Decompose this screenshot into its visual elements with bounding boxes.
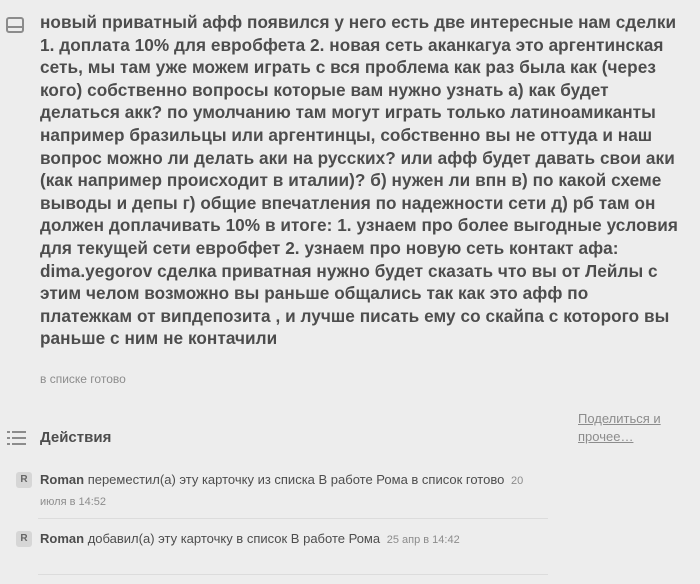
in-list-label[interactable]: в списке готово — [40, 372, 126, 386]
divider — [38, 518, 548, 519]
avatar[interactable]: R — [16, 472, 32, 488]
card-description[interactable]: новый приватный афф появился у него есть… — [40, 11, 680, 350]
author-link[interactable]: Roman — [40, 531, 84, 546]
divider — [38, 574, 548, 575]
card-detail: новый приватный афф появился у него есть… — [0, 0, 700, 584]
activity-title: Действия — [40, 429, 112, 446]
activity-description: переместил(а) эту карточку из списка В р… — [87, 472, 505, 487]
activity-text: Roman добавил(а) эту карточку в список В… — [40, 529, 540, 550]
author-link[interactable]: Roman — [40, 472, 84, 487]
activity-date[interactable]: 25 апр в 14:42 — [387, 534, 460, 546]
list-icon — [7, 431, 26, 445]
share-link[interactable]: Поделиться и прочее… — [578, 410, 688, 446]
avatar[interactable]: R — [16, 531, 32, 547]
card-icon — [6, 17, 24, 33]
activity-text: Roman переместил(а) эту карточку из спис… — [40, 470, 540, 512]
activity-description: добавил(а) эту карточку в список В работ… — [87, 531, 381, 546]
